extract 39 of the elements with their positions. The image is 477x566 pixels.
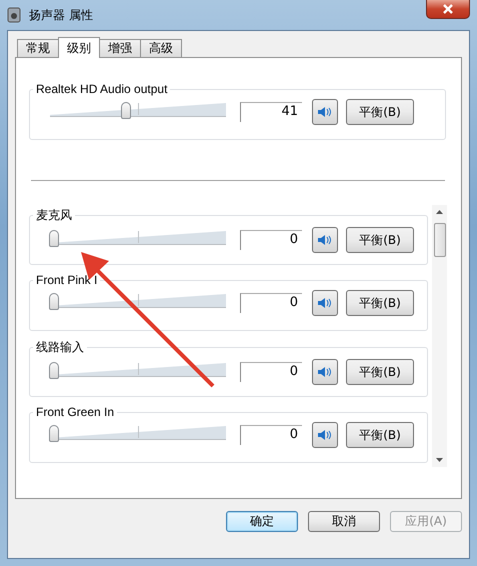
tab[interactable]: 级别 <box>58 37 100 58</box>
speaker-button[interactable] <box>312 99 338 125</box>
speaker-icon <box>317 233 333 247</box>
device-name: Front Pink I <box>35 273 98 287</box>
balance-button[interactable]: 平衡(B) <box>346 99 414 125</box>
device-name: 线路输入 <box>35 339 85 356</box>
close-button[interactable] <box>426 0 470 19</box>
balance-button[interactable]: 平衡(B) <box>346 290 414 316</box>
close-icon <box>442 4 454 14</box>
volume-field[interactable]: 0 <box>240 425 302 445</box>
tab[interactable]: 常规 <box>17 39 59 57</box>
speaker-icon <box>317 365 333 379</box>
scroll-down-icon[interactable] <box>436 458 443 462</box>
volume-field[interactable]: 0 <box>240 362 302 382</box>
speaker-icon <box>317 428 333 442</box>
scroll-up-icon[interactable] <box>436 210 443 214</box>
speaker-icon <box>317 105 333 119</box>
speaker-button[interactable] <box>312 227 338 253</box>
scroll-thumb[interactable] <box>434 223 446 257</box>
tab[interactable]: 高级 <box>140 39 182 57</box>
device-name: Realtek HD Audio output <box>35 82 168 96</box>
speaker-button[interactable] <box>312 290 338 316</box>
volume-field[interactable]: 41 <box>240 102 302 122</box>
device-name: Front Green In <box>35 405 116 419</box>
speaker-button[interactable] <box>312 422 338 448</box>
speaker-icon <box>7 7 21 23</box>
dialog-button[interactable]: 取消 <box>308 511 380 532</box>
volume-field[interactable]: 0 <box>240 293 302 313</box>
scrollbar[interactable] <box>432 205 447 467</box>
volume-field[interactable]: 0 <box>240 230 302 250</box>
dialog-button[interactable]: 确定 <box>226 511 298 532</box>
balance-button[interactable]: 平衡(B) <box>346 227 414 253</box>
tab[interactable]: 增强 <box>99 39 141 57</box>
window-title: 扬声器 属性 <box>29 6 93 24</box>
speaker-button[interactable] <box>312 359 338 385</box>
balance-button[interactable]: 平衡(B) <box>346 422 414 448</box>
speaker-icon <box>317 296 333 310</box>
balance-button[interactable]: 平衡(B) <box>346 359 414 385</box>
device-name: 麦克风 <box>35 207 73 224</box>
